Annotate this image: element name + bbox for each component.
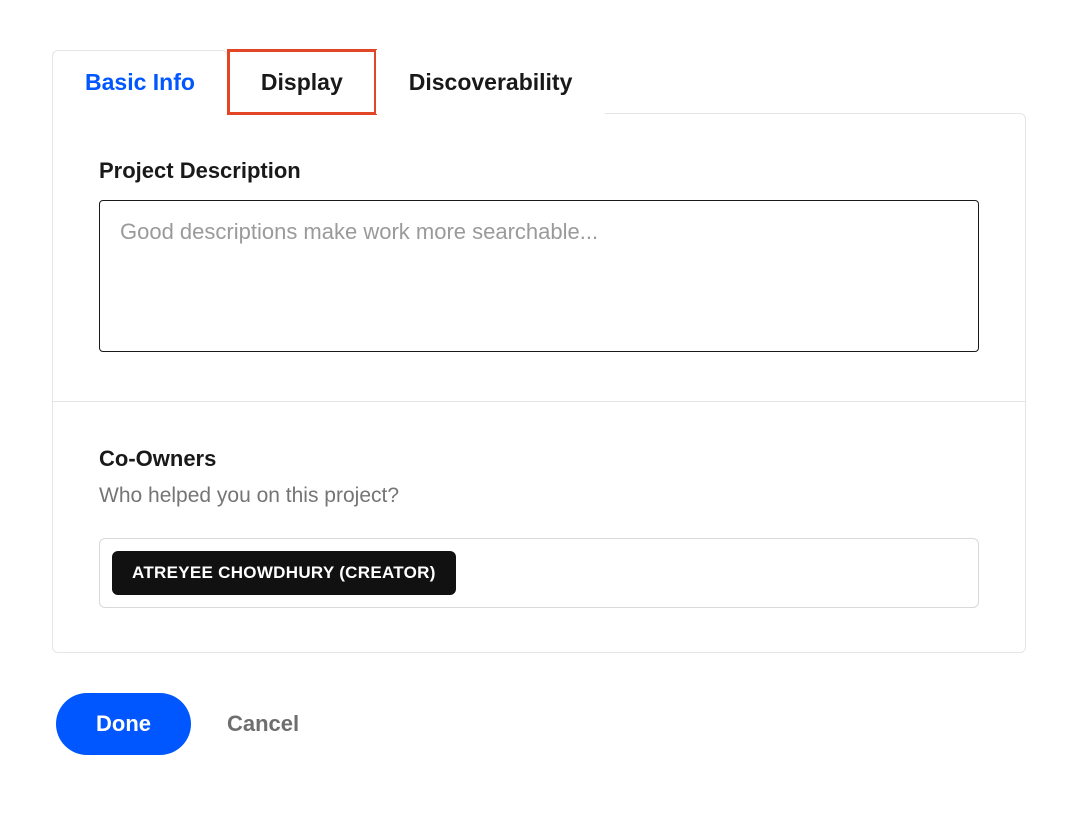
owner-chip[interactable]: ATREYEE CHOWDHURY (CREATOR) [112, 551, 456, 595]
done-button[interactable]: Done [56, 693, 191, 755]
dialog-actions: Done Cancel [52, 693, 1026, 755]
tab-discoverability[interactable]: Discoverability [376, 50, 606, 114]
section-coowners: Co-Owners Who helped you on this project… [53, 401, 1025, 652]
tab-display[interactable]: Display [228, 50, 376, 114]
coowners-label: Co-Owners [99, 446, 979, 472]
coowners-input[interactable]: ATREYEE CHOWDHURY (CREATOR) [99, 538, 979, 608]
settings-panel: Project Description Co-Owners Who helped… [52, 113, 1026, 653]
tabs-bar: Basic Info Display Discoverability [52, 50, 1026, 114]
cancel-button[interactable]: Cancel [227, 711, 299, 737]
coowners-hint: Who helped you on this project? [99, 484, 979, 508]
tab-basic-info[interactable]: Basic Info [52, 50, 228, 115]
section-project-description: Project Description [53, 114, 1025, 401]
project-description-input[interactable] [99, 200, 979, 352]
project-description-label: Project Description [99, 158, 979, 184]
